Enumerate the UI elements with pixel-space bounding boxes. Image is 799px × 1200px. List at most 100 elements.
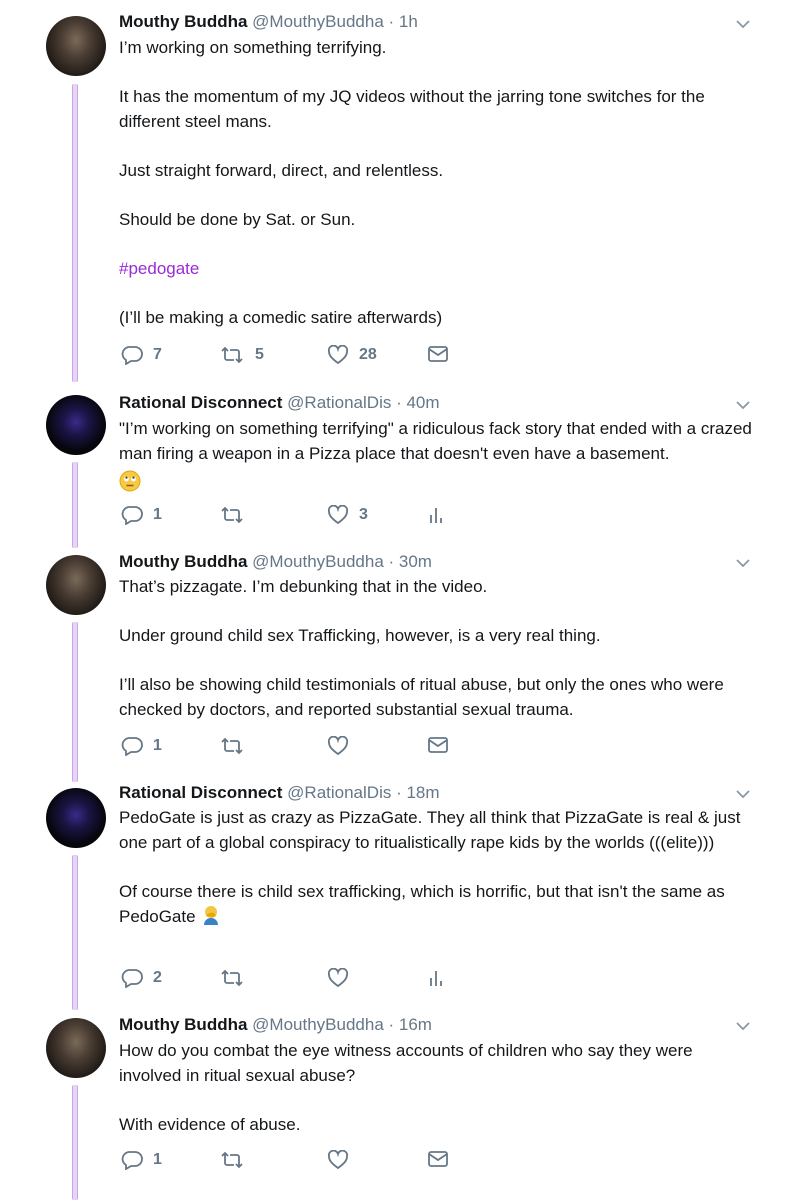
retweet-button[interactable] (219, 505, 245, 525)
direct-message-button[interactable] (427, 345, 449, 363)
retweet-count: 5 (255, 346, 264, 363)
action-bar: 7 5 28 (119, 345, 459, 369)
timestamp[interactable]: · 18m (396, 783, 439, 802)
tweet-text: That’s pizzagate. I’m debunking that in … (119, 575, 759, 722)
hashtag-link[interactable]: #pedogate (119, 257, 759, 282)
author-handle[interactable]: @MouthyBuddha (252, 12, 384, 31)
like-button[interactable] (327, 1150, 349, 1170)
direct-message-button[interactable] (427, 736, 449, 754)
like-count: 28 (359, 346, 377, 363)
timestamp[interactable]: · 16m (389, 1015, 432, 1034)
tweet-paragraph: (I’ll be making a comedic satire afterwa… (119, 307, 443, 327)
tweet-text: PedoGate is just as crazy as PizzaGate. … (119, 806, 759, 930)
tweet-header: Rational Disconnect @RationalDis · 40m (119, 393, 440, 413)
tweet-paragraph: Of course there is child sex trafficking… (119, 880, 759, 930)
reply-count: 7 (153, 346, 162, 363)
direct-message-button[interactable] (427, 1150, 449, 1168)
reply-button[interactable]: 1 (121, 1150, 162, 1170)
avatar[interactable] (46, 16, 106, 76)
action-bar: 2 (119, 968, 459, 992)
like-button[interactable] (327, 968, 349, 988)
like-icon (327, 1150, 349, 1170)
reply-icon (121, 506, 143, 525)
reply-icon (121, 1151, 143, 1170)
tweet-paragraph: It has the momentum of my JQ videos with… (119, 87, 705, 131)
reply-count: 1 (153, 506, 162, 523)
analytics-button[interactable] (427, 505, 445, 525)
tweet-header: Mouthy Buddha @MouthyBuddha · 30m (119, 552, 432, 572)
tweet-paragraph: Just straight forward, direct, and relen… (119, 160, 444, 180)
like-button[interactable] (327, 736, 349, 756)
author-handle[interactable]: @RationalDis (287, 783, 391, 802)
tweet-paragraph: That’s pizzagate. I’m debunking that in … (119, 577, 488, 596)
tweet-header: Rational Disconnect @RationalDis · 18m (119, 783, 440, 803)
facepalm-emoji-icon (204, 906, 219, 925)
tweet-text: I’m working on something terrifying. It … (119, 36, 759, 330)
avatar[interactable] (46, 555, 106, 615)
avatar[interactable] (46, 788, 106, 848)
thread-line (72, 84, 78, 382)
author-name[interactable]: Rational Disconnect (119, 393, 282, 412)
tweet-paragraph: I’m working on something terrifying. (119, 38, 387, 57)
reply-button[interactable]: 2 (121, 968, 162, 988)
tweet[interactable]: Mouthy Buddha @MouthyBuddha · 30m That’s… (0, 545, 799, 782)
retweet-button[interactable] (219, 968, 245, 988)
author-name[interactable]: Mouthy Buddha (119, 552, 247, 571)
reply-icon (121, 737, 143, 756)
reply-button[interactable]: 1 (121, 505, 162, 525)
timestamp[interactable]: · 30m (389, 552, 432, 571)
thread-line (72, 1085, 78, 1200)
like-icon (327, 968, 349, 988)
direct-message-icon (428, 1151, 448, 1167)
tweet-header: Mouthy Buddha @MouthyBuddha · 16m (119, 1015, 432, 1035)
retweet-icon (221, 346, 243, 364)
tweet[interactable]: Mouthy Buddha @MouthyBuddha · 16m How do… (0, 1010, 799, 1200)
direct-message-icon (428, 737, 448, 753)
direct-message-icon (428, 346, 448, 362)
tweet-paragraph: How do you combat the eye witness accoun… (119, 1041, 693, 1085)
author-name[interactable]: Mouthy Buddha (119, 1015, 247, 1034)
timestamp[interactable]: · 40m (396, 393, 439, 412)
author-handle[interactable]: @MouthyBuddha (252, 1015, 384, 1034)
avatar[interactable] (46, 395, 106, 455)
tweet-paragraph: I’ll also be showing child testimonials … (119, 675, 724, 719)
timestamp[interactable]: · 1h (389, 12, 418, 31)
like-icon (327, 345, 349, 365)
tweet[interactable]: Mouthy Buddha @MouthyBuddha · 1h I’m wor… (0, 0, 799, 385)
author-name[interactable]: Mouthy Buddha (119, 12, 247, 31)
analytics-button[interactable] (427, 968, 445, 988)
like-count: 3 (359, 506, 368, 523)
chevron-down-icon[interactable] (735, 397, 751, 413)
like-button[interactable]: 28 (327, 345, 377, 365)
chevron-down-icon[interactable] (735, 555, 751, 571)
thread-line (72, 622, 78, 782)
tweet-paragraph: With evidence of abuse. (119, 1114, 301, 1134)
avatar[interactable] (46, 1018, 106, 1078)
tweet[interactable]: Rational Disconnect @RationalDis · 18m P… (0, 780, 799, 1010)
tweet-paragraph: Should be done by Sat. or Sun. (119, 209, 356, 229)
tweet-header: Mouthy Buddha @MouthyBuddha · 1h (119, 12, 418, 32)
chevron-down-icon[interactable] (735, 786, 751, 802)
chevron-down-icon[interactable] (735, 1018, 751, 1034)
chevron-down-icon[interactable] (735, 16, 751, 32)
retweet-button[interactable]: 5 (219, 345, 264, 365)
retweet-icon (221, 737, 243, 755)
retweet-icon (221, 506, 243, 524)
reply-icon (121, 346, 143, 365)
retweet-button[interactable] (219, 736, 245, 756)
tweet[interactable]: Rational Disconnect @RationalDis · 40m "… (0, 385, 799, 548)
action-bar: 1 (119, 1150, 459, 1174)
tweet-paragraph (119, 470, 759, 496)
author-handle[interactable]: @MouthyBuddha (252, 552, 384, 571)
like-button[interactable]: 3 (327, 505, 368, 525)
analytics-icon (430, 508, 442, 523)
author-handle[interactable]: @RationalDis (287, 393, 391, 412)
retweet-icon (221, 969, 243, 987)
tweet-paragraph: PedoGate is just as crazy as PizzaGate. … (119, 808, 741, 852)
retweet-button[interactable] (219, 1150, 245, 1170)
reply-icon (121, 969, 143, 988)
author-name[interactable]: Rational Disconnect (119, 783, 282, 802)
tweet-paragraph: "I’m working on something terrifying" a … (119, 419, 752, 463)
reply-button[interactable]: 1 (121, 736, 162, 756)
reply-button[interactable]: 7 (121, 345, 162, 365)
